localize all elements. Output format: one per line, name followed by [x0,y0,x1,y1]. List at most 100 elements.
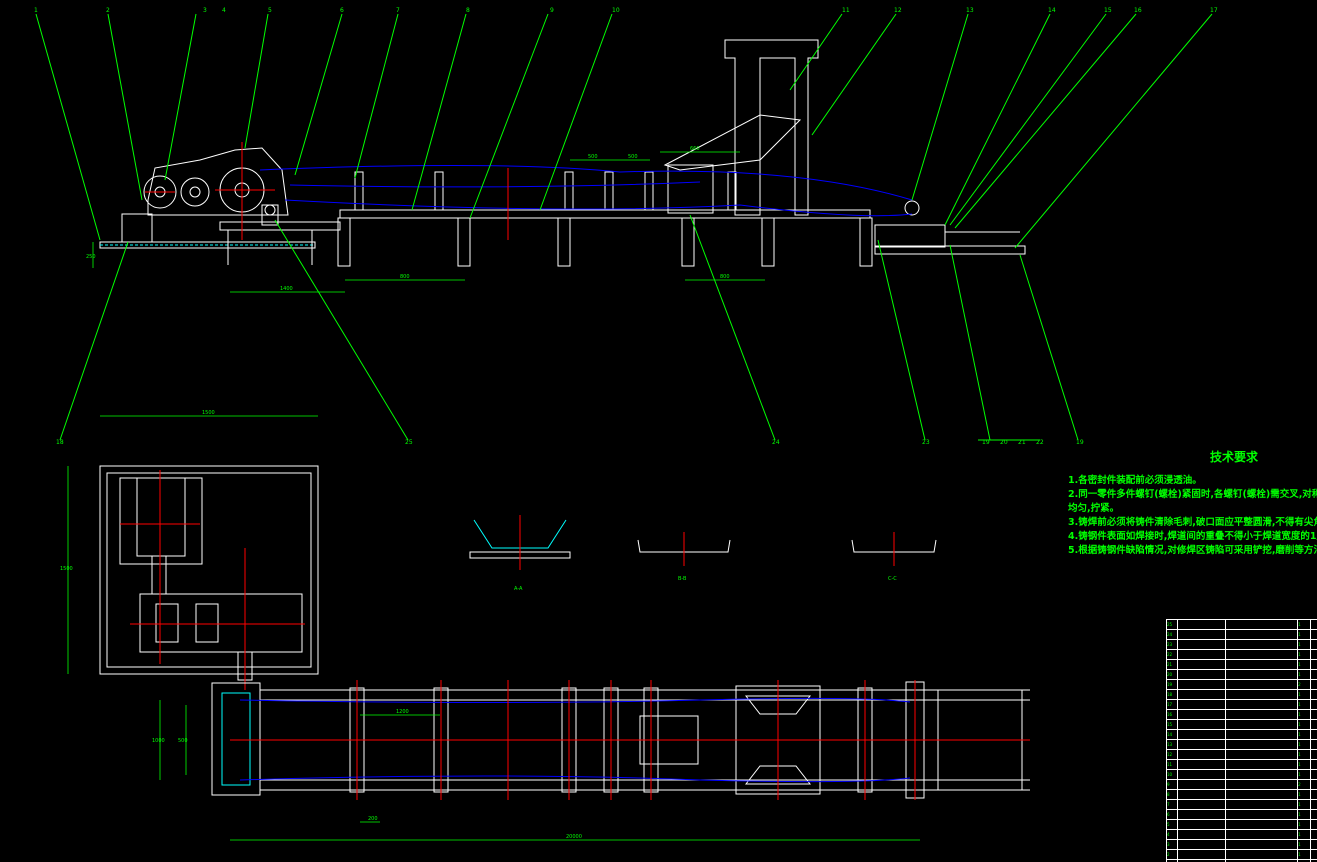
bom-cell [1176,749,1227,760]
bom-cell: 1 [1297,669,1312,680]
bom-row: 13 1 [1166,739,1317,750]
leader-line [954,13,1137,229]
bom-row: 20 1 [1166,669,1317,680]
bom-row: 25 1 [1166,619,1317,630]
bom-cell: 1 [1297,709,1312,720]
dim-total-len: 20000 [566,834,582,840]
bom-cell: 1 [1297,739,1312,750]
dim-drive-height: 250 [86,254,96,260]
bom-cell [1225,629,1299,640]
section-a-label: A-A [514,586,523,592]
bom-row: 24 1 [1166,629,1317,640]
bom-cell [1310,699,1317,710]
section-c-label: C-C [888,576,897,582]
bom-cell [1176,739,1227,750]
balloon-label: 10 [612,7,620,14]
bom-cell: 17 [1166,699,1178,710]
bom-cell [1176,769,1227,780]
bom-cell [1310,739,1317,750]
bom-cell: 8 [1166,789,1178,800]
leg-6 [859,217,873,267]
bom-cell: 25 [1166,619,1178,630]
bom-cell [1176,809,1227,820]
bom-cell [1176,729,1227,740]
bom-cell: 3 [1166,839,1178,850]
bom-cell [1176,659,1227,670]
bom-cell: 1 [1297,749,1312,760]
elevation-dim-texts: 250 1400 800 800 500 500 660 [86,146,730,292]
bom-cell [1176,789,1227,800]
bearing-pedestal-hub [264,204,276,216]
balloon-label: 23 [922,439,930,446]
leg-2 [457,217,471,267]
leader-line [1014,13,1213,249]
dim-chute-w: 660 [690,146,700,152]
balloon-label: 2 [106,7,110,14]
bom-cell [1176,619,1227,630]
gearbox-cell-a [155,603,179,643]
dim-belt-w: 1000 [152,738,165,744]
bom-cell [1176,829,1227,840]
leader-line [274,219,409,441]
dim-plan-h: 1500 [60,566,73,572]
balloon-label: 6 [340,7,344,14]
bom-cell [1176,759,1227,770]
requirement-item: 3.铸焊前必须将铸件清除毛刺,破口面应平整圆滑,不得有尖角。 [1068,517,1317,528]
balloon-label: 12 [894,7,902,14]
bom-cell [1225,809,1299,820]
bom-row: 17 1 [1166,699,1317,710]
bom-cell [1176,639,1227,650]
leader-line [411,13,467,211]
bom-cell: 1 [1297,829,1312,840]
take-up-frame [874,224,946,248]
bom-cell [1310,669,1317,680]
technical-requirements: 技术要求 1.各密封件装配前必须浸透油。 2.同一零件多件螺钉(螺栓)紧固时,各… [1068,448,1317,578]
dim-foot: 200 [368,816,378,822]
bom-cell: 1 [1297,649,1312,660]
bom-cell: 12 [1166,749,1178,760]
requirement-item: 4.铸钢件表面如焊接时,焊道间的重叠不得小于焊道宽度的1/3。 [1068,531,1317,542]
bom-row: 81 [1166,789,1317,800]
bom-cell: 1 [1297,729,1312,740]
balloon-label: 5 [268,7,272,14]
bom-cell: 16 [1166,709,1178,720]
dim-idler-pitch-b: 500 [628,154,638,160]
leader-line [811,13,897,136]
bom-cell [1225,699,1299,710]
bom-cell: 2 [1166,849,1178,860]
leader-line [944,13,1051,226]
bom-cell [1225,839,1299,850]
bom-cell [1225,819,1299,830]
bom-cell [1225,769,1299,780]
dim-idler-pitch-a: 500 [588,154,598,160]
requirement-item: 5.根据铸钢件缺陷情况,对修焊区铸陷可采用铲挖,磨削等方法清除。 [1068,545,1317,556]
bill-of-materials: 25 1 24 1 23 1 22 1 21 1 20 1 19 2 18 1 17 1 16 1 15 1 14 1 13 1 1… [1166,619,1317,862]
bom-cell: 1 [1297,849,1312,860]
bom-cell [1176,699,1227,710]
bom-cell [1176,679,1227,690]
gearbox-cell-b [195,603,219,643]
dim-span2: 800 [720,274,730,280]
bom-row: 16 1 [1166,709,1317,720]
bom-cell [1310,659,1317,670]
bom-cell [1310,759,1317,770]
motor-body [136,477,186,557]
bom-cell: 24 [1166,629,1178,640]
drive-plan-view [99,465,319,681]
bom-cell: 20 [1166,669,1178,680]
bom-cell [1225,639,1299,650]
leader-line [469,13,549,219]
bom-cell [1310,729,1317,740]
bom-cell: 1 [1297,699,1312,710]
bom-cell [1225,849,1299,860]
feed-chute [663,114,802,171]
leader-line [354,13,399,179]
leg-3 [557,217,571,267]
idler [604,171,614,211]
belt [259,164,913,217]
bom-row: 12 1 [1166,749,1317,760]
belt-return-run [284,199,913,217]
idler [644,171,654,211]
leader-line [164,13,197,181]
bom-cell: 1 [1297,819,1312,830]
